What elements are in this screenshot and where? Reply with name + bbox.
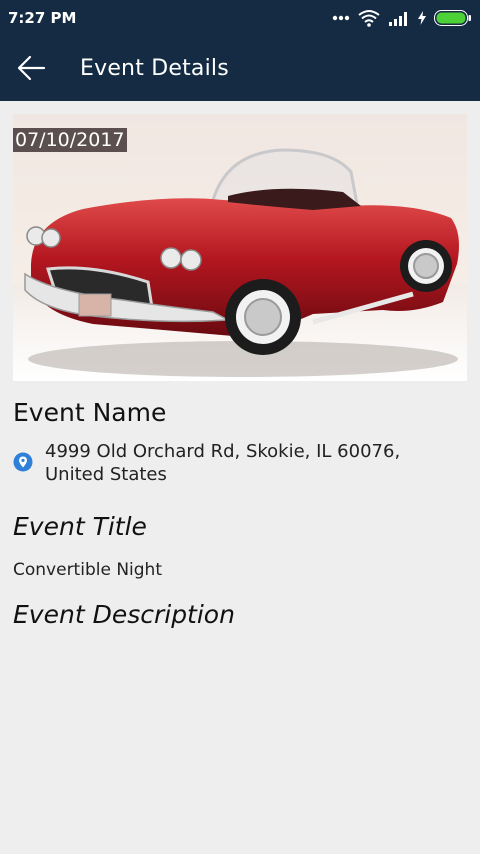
event-title-heading: Event Title <box>13 512 147 541</box>
signal-icon <box>389 12 407 26</box>
status-bar: 7:27 PM <box>0 0 480 36</box>
event-image: 07/10/2017 <box>13 114 467 381</box>
location-pin-icon <box>13 452 33 472</box>
event-address-row[interactable]: 4999 Old Orchard Rd, Skokie, IL 60076, U… <box>13 440 463 486</box>
event-date-badge: 07/10/2017 <box>13 128 127 152</box>
event-title-value: Convertible Night <box>13 560 162 580</box>
back-button[interactable] <box>14 50 52 86</box>
app-bar: Event Details <box>0 36 480 101</box>
back-arrow-icon <box>17 55 46 81</box>
page-title: Event Details <box>80 56 229 81</box>
status-time: 7:27 PM <box>8 9 77 27</box>
charging-icon <box>418 11 426 25</box>
status-icons <box>332 8 472 28</box>
battery-icon <box>434 10 471 26</box>
car-illustration <box>13 148 467 381</box>
event-address: 4999 Old Orchard Rd, Skokie, IL 60076, U… <box>45 441 401 485</box>
event-description-heading: Event Description <box>13 600 235 629</box>
dots-icon <box>332 15 350 21</box>
event-name: Event Name <box>13 398 167 427</box>
wifi-icon <box>358 10 380 27</box>
